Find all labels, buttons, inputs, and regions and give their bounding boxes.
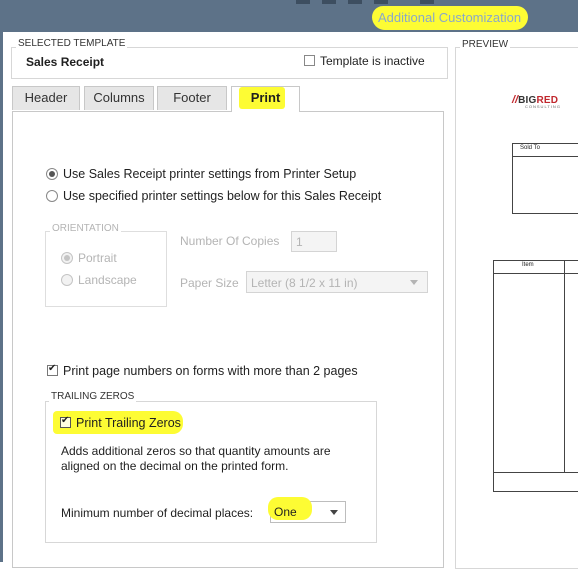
- selected-template-name: Sales Receipt: [26, 55, 105, 69]
- template-inactive-label[interactable]: Template is inactive: [320, 54, 425, 68]
- number-of-copies-label: Number Of Copies: [180, 234, 280, 248]
- tab-columns-label: Columns: [93, 90, 145, 105]
- tab-header[interactable]: Header: [12, 86, 80, 110]
- min-decimal-places-label: Minimum number of decimal places:: [61, 506, 254, 520]
- print-page-numbers-checkbox[interactable]: [47, 363, 58, 376]
- tab-print-label[interactable]: Print: [231, 90, 300, 105]
- preview-caption: PREVIEW: [460, 39, 511, 50]
- number-of-copies-input[interactable]: [291, 231, 337, 252]
- landscape-label[interactable]: Landscape: [78, 273, 137, 287]
- portrait-radio[interactable]: [61, 252, 73, 264]
- tab-footer[interactable]: Footer: [157, 86, 227, 110]
- toolbar-icon[interactable]: [296, 0, 310, 4]
- tab-header-label: Header: [24, 90, 68, 105]
- preview-items-table: [493, 260, 578, 492]
- tab-columns[interactable]: Columns: [84, 86, 154, 110]
- trailing-zeros-description: Adds additional zeros so that quantity a…: [61, 444, 331, 473]
- toolbar-icon[interactable]: [322, 0, 336, 4]
- preview-items-total-line: [493, 472, 578, 473]
- toolbar-icon[interactable]: [374, 0, 388, 4]
- selected-template-caption: SELECTED TEMPLATE: [16, 38, 128, 49]
- print-page-numbers-label[interactable]: Print page numbers on forms with more th…: [63, 364, 358, 378]
- preview-items-column-divider: [564, 260, 565, 472]
- orientation-group: [45, 231, 167, 307]
- use-printer-setup-radio[interactable]: [46, 168, 58, 180]
- print-trailing-zeros-label[interactable]: Print Trailing Zeros: [76, 416, 181, 430]
- paper-size-label: Paper Size: [180, 276, 239, 290]
- preview-items-header: [493, 260, 578, 274]
- use-specified-settings-radio[interactable]: [46, 190, 58, 202]
- toolbar-icon[interactable]: [420, 0, 434, 4]
- use-printer-setup-label[interactable]: Use Sales Receipt printer settings from …: [63, 167, 356, 181]
- orientation-caption: ORIENTATION: [50, 223, 121, 234]
- logo-subtitle: CONSULTING: [525, 104, 561, 109]
- paper-size-value: Letter (8 1/2 x 11 in): [251, 276, 358, 290]
- paper-size-select[interactable]: Letter (8 1/2 x 11 in): [246, 271, 428, 293]
- chevron-down-icon[interactable]: [410, 280, 418, 285]
- chevron-down-icon[interactable]: [330, 510, 338, 515]
- template-inactive-checkbox[interactable]: [304, 55, 315, 66]
- min-decimal-places-value[interactable]: One: [274, 505, 297, 519]
- landscape-radio[interactable]: [61, 274, 73, 286]
- print-trailing-zeros-checkbox[interactable]: [60, 415, 71, 428]
- portrait-label[interactable]: Portrait: [78, 251, 117, 265]
- trailing-zeros-caption: TRAILING ZEROS: [49, 391, 137, 402]
- window-frame: [0, 32, 3, 562]
- use-specified-settings-label[interactable]: Use specified printer settings below for…: [63, 189, 381, 203]
- window-title: Additional Customization: [378, 10, 522, 25]
- preview-item-label: Item: [522, 262, 534, 268]
- preview-sold-to-label: Sold To: [520, 145, 540, 151]
- toolbar-icon[interactable]: [348, 0, 362, 4]
- tab-footer-label: Footer: [173, 90, 211, 105]
